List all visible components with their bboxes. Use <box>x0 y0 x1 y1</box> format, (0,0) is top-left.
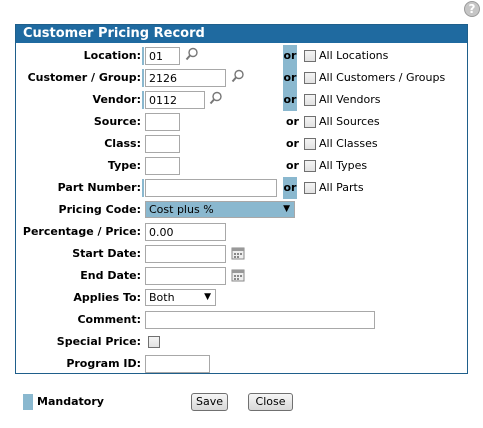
pricing-code-select[interactable]: Cost plus % ▼ <box>145 201 295 218</box>
special-price-row: Special Price: <box>16 331 467 353</box>
vendor-search-icon[interactable] <box>209 91 223 105</box>
vendor-row: Vendor: or All Vendors <box>16 89 467 111</box>
or-label: or <box>286 115 299 128</box>
source-label: Source: <box>93 115 141 128</box>
comment-label: Comment: <box>77 313 141 326</box>
special-price-checkbox[interactable] <box>148 336 160 348</box>
customer-group-row: Customer / Group: or All Customers / Gro… <box>16 67 467 89</box>
vendor-label: Vendor: <box>92 93 141 106</box>
end-date-label: End Date: <box>80 269 141 282</box>
source-input[interactable] <box>145 113 180 131</box>
all-vendors-checkbox[interactable] <box>304 94 316 106</box>
calendar-icon[interactable] <box>231 268 245 282</box>
all-types-label: All Types <box>319 159 368 172</box>
all-parts-checkbox[interactable] <box>304 182 316 194</box>
applies-to-label: Applies To: <box>73 291 141 304</box>
applies-to-select[interactable]: Both ▼ <box>145 289 216 306</box>
or-label: or <box>283 177 297 199</box>
all-sources-label: All Sources <box>319 115 380 128</box>
all-customers-groups-checkbox[interactable] <box>304 72 316 84</box>
or-label: or <box>283 89 297 111</box>
program-id-input[interactable] <box>145 355 210 373</box>
chevron-down-icon: ▼ <box>283 204 290 214</box>
program-id-label: Program ID: <box>66 357 141 370</box>
applies-to-row: Applies To: Both ▼ <box>16 287 467 309</box>
all-locations-label: All Locations <box>319 49 389 62</box>
applies-to-value: Both <box>149 291 175 304</box>
or-label: or <box>286 159 299 172</box>
location-label: Location: <box>83 49 141 62</box>
type-label: Type: <box>107 159 141 172</box>
pricing-code-row: Pricing Code: Cost plus % ▼ <box>16 199 467 221</box>
or-label: or <box>283 67 297 89</box>
all-vendors-label: All Vendors <box>319 93 381 106</box>
mandatory-indicator <box>142 91 144 109</box>
save-button[interactable]: Save <box>191 393 228 411</box>
mandatory-indicator <box>142 47 144 65</box>
type-input[interactable] <box>145 157 180 175</box>
start-date-label: Start Date: <box>72 247 141 260</box>
customer-group-label: Customer / Group: <box>27 71 141 84</box>
start-date-input[interactable] <box>145 245 226 263</box>
help-icon[interactable]: ? <box>464 1 480 17</box>
all-sources-checkbox[interactable] <box>304 116 316 128</box>
customer-pricing-panel: Customer Pricing Record Location: or All… <box>15 24 468 374</box>
type-row: Type: or All Types <box>16 155 467 177</box>
start-date-row: Start Date: <box>16 243 467 265</box>
part-number-row: Part Number: or All Parts <box>16 177 467 199</box>
all-customers-groups-label: All Customers / Groups <box>319 71 446 84</box>
calendar-icon[interactable] <box>231 246 245 260</box>
part-number-input[interactable] <box>145 179 277 197</box>
all-classes-label: All Classes <box>319 137 378 150</box>
class-label: Class: <box>104 137 141 150</box>
end-date-input[interactable] <box>145 267 226 285</box>
close-button[interactable]: Close <box>248 393 293 411</box>
class-row: Class: or All Classes <box>16 133 467 155</box>
all-parts-label: All Parts <box>319 181 364 194</box>
comment-input[interactable] <box>145 311 375 329</box>
pricing-code-label: Pricing Code: <box>58 203 141 216</box>
all-locations-checkbox[interactable] <box>304 50 316 62</box>
class-input[interactable] <box>145 135 180 153</box>
mandatory-legend-swatch <box>23 394 33 410</box>
vendor-input[interactable] <box>145 91 205 109</box>
percentage-price-label: Percentage / Price: <box>22 225 141 238</box>
or-label: or <box>283 45 297 67</box>
chevron-down-icon: ▼ <box>204 292 211 302</box>
customer-group-input[interactable] <box>145 69 226 87</box>
location-input[interactable] <box>145 47 180 65</box>
location-row: Location: or All Locations <box>16 45 467 67</box>
percentage-price-input[interactable] <box>145 223 226 241</box>
part-number-label: Part Number: <box>57 181 141 194</box>
source-row: Source: or All Sources <box>16 111 467 133</box>
mandatory-indicator <box>142 179 144 197</box>
special-price-label: Special Price: <box>56 335 141 348</box>
or-label: or <box>286 137 299 150</box>
panel-title: Customer Pricing Record <box>16 25 467 43</box>
mandatory-indicator <box>142 69 144 87</box>
pricing-code-value: Cost plus % <box>149 203 214 216</box>
comment-row: Comment: <box>16 309 467 331</box>
location-search-icon[interactable] <box>185 47 199 61</box>
percentage-price-row: Percentage / Price: <box>16 221 467 243</box>
all-classes-checkbox[interactable] <box>304 138 316 150</box>
end-date-row: End Date: <box>16 265 467 287</box>
all-types-checkbox[interactable] <box>304 160 316 172</box>
customer-search-icon[interactable] <box>231 69 245 83</box>
mandatory-legend-label: Mandatory <box>37 395 104 408</box>
program-id-row: Program ID: <box>16 353 467 375</box>
